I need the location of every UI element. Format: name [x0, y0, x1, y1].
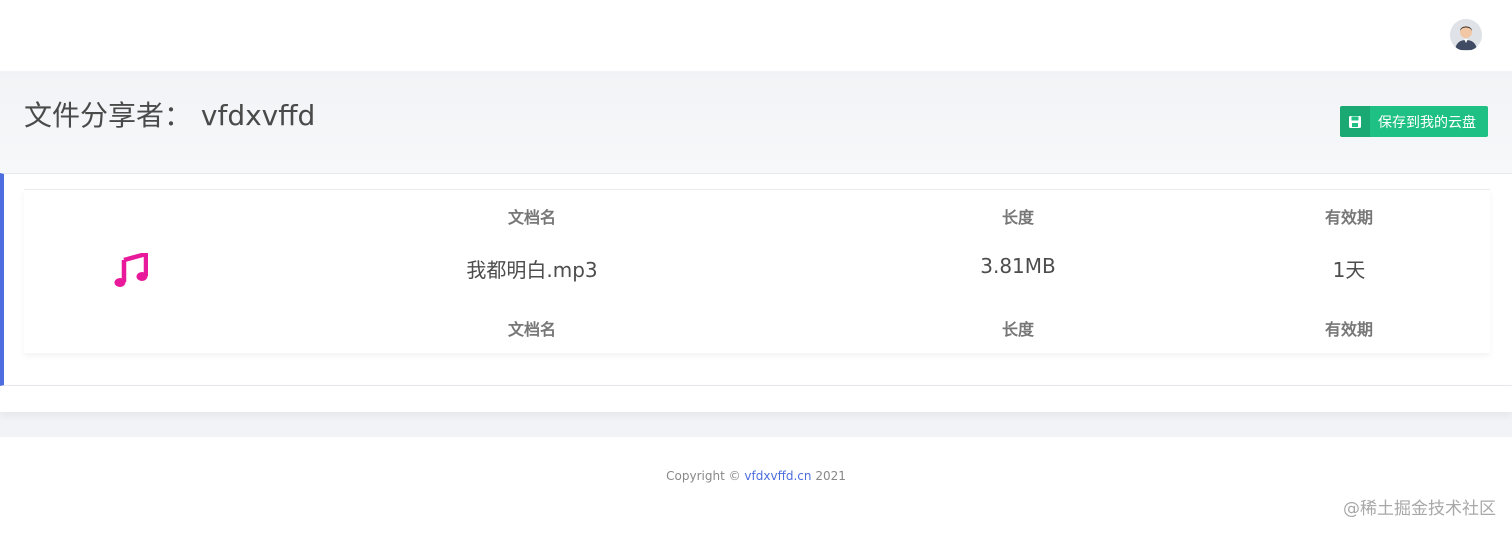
page-title: 文件分享者： vfdxvffd [24, 99, 316, 132]
copyright-prefix: Copyright © [666, 469, 741, 483]
top-navbar [0, 0, 1512, 71]
column-footer-size: 长度 [1001, 320, 1035, 339]
file-validity: 1天 [1332, 258, 1366, 282]
file-table [24, 189, 1490, 353]
column-footer-name: 文档名 [507, 320, 557, 339]
user-avatar[interactable] [1450, 19, 1482, 51]
page-footer [0, 437, 1512, 533]
save-to-cloud-button[interactable]: 保存到我的云盘 [1340, 106, 1488, 137]
floppy-disk-icon [1340, 106, 1370, 137]
file-size: 3.81MB [980, 254, 1056, 278]
card-bottom-strip [0, 386, 1512, 412]
file-name[interactable]: 我都明白.mp3 [466, 254, 597, 283]
copyright-text: Copyright © vfdxvffd.cn 2021 [0, 469, 1512, 483]
copyright-year: 2021 [815, 469, 846, 483]
site-link[interactable]: vfdxvffd.cn [744, 469, 811, 483]
column-header-size: 长度 [1001, 208, 1035, 227]
music-note-icon [114, 253, 148, 287]
save-button-label: 保存到我的云盘 [1378, 113, 1476, 130]
avatar-icon [1450, 19, 1482, 51]
watermark-text: @稀土掘金技术社区 [1343, 499, 1496, 519]
column-header-name: 文档名 [507, 208, 557, 227]
column-header-validity: 有效期 [1324, 208, 1374, 227]
column-footer-validity: 有效期 [1324, 320, 1374, 339]
